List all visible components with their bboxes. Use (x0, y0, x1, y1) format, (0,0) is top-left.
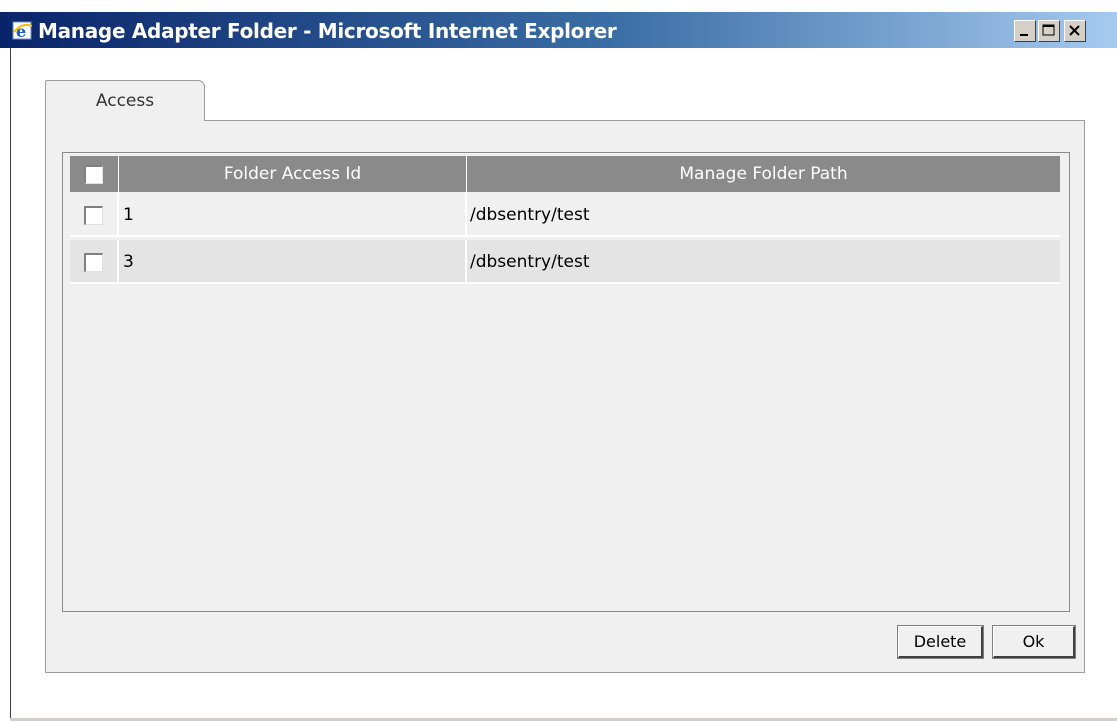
delete-button[interactable]: Delete (897, 625, 984, 659)
table-row[interactable]: 3 /dbsentry/test (70, 240, 1060, 284)
title-bar[interactable]: e Manage Adapter Folder - Microsoft Inte… (0, 12, 1117, 48)
row-checkbox[interactable] (84, 206, 103, 225)
table-row[interactable]: 1 /dbsentry/test (70, 193, 1060, 237)
close-button[interactable] (1064, 20, 1086, 42)
row-divider (465, 240, 467, 284)
row-divider (117, 240, 119, 284)
row-divider (465, 193, 467, 237)
close-icon (1069, 25, 1080, 36)
minimize-button[interactable] (1014, 20, 1036, 42)
row-divider (117, 193, 119, 237)
folder-access-id-cell: 1 (123, 205, 134, 225)
minimize-icon (1020, 34, 1028, 36)
tab-access-label: Access (95, 91, 155, 111)
select-all-checkbox[interactable] (84, 165, 103, 184)
grid-header: Folder Access Id Manage Folder Path (70, 156, 1060, 192)
ie-icon: e (12, 21, 33, 41)
column-header-manage-folder-path[interactable]: Manage Folder Path (467, 156, 1060, 192)
tab-access[interactable]: Access (45, 80, 205, 121)
maximize-icon (1042, 24, 1055, 36)
browser-window: e Manage Adapter Folder - Microsoft Inte… (0, 0, 1117, 721)
maximize-button[interactable] (1038, 20, 1060, 42)
row-checkbox[interactable] (84, 253, 103, 272)
folder-path-cell: /dbsentry/test (470, 252, 590, 272)
folder-path-cell: /dbsentry/test (470, 205, 590, 225)
ok-button[interactable]: Ok (992, 625, 1076, 659)
folder-access-id-cell: 3 (123, 252, 134, 272)
window-title: Manage Adapter Folder - Microsoft Intern… (38, 19, 617, 43)
column-header-folder-access-id[interactable]: Folder Access Id (119, 156, 466, 192)
header-select-cell (70, 156, 118, 192)
